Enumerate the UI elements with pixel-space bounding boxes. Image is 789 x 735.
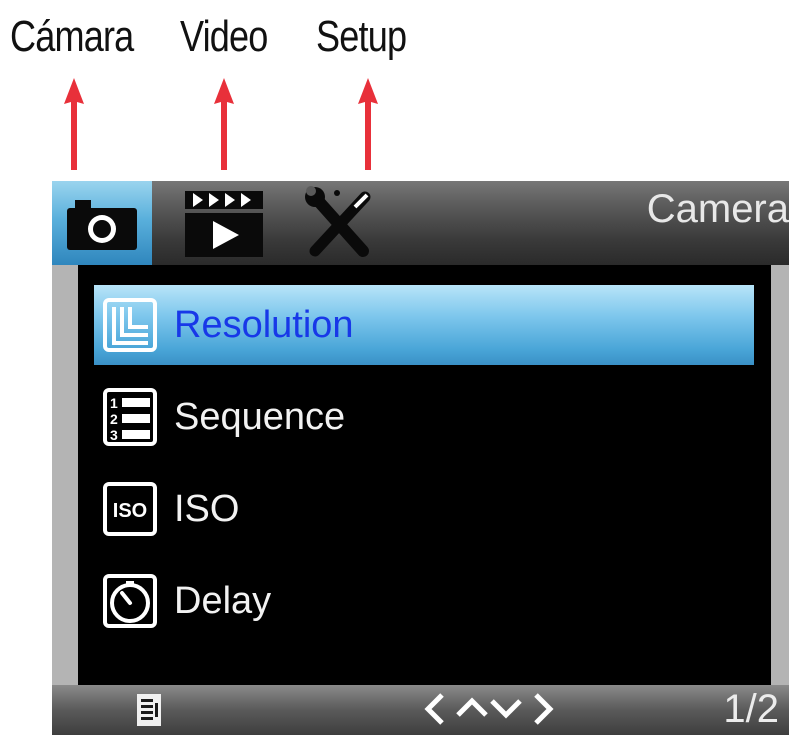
tab-setup[interactable] [296, 181, 382, 265]
svg-text:2: 2 [110, 411, 118, 427]
menu-item-iso[interactable]: ISO ISO [94, 469, 754, 549]
svg-text:1: 1 [110, 395, 118, 411]
menu-item-resolution[interactable]: Resolution [94, 285, 754, 365]
callout-video-label: Video [180, 12, 268, 61]
callout-setup-arrow [358, 78, 378, 170]
tab-video[interactable] [172, 181, 276, 265]
callout-setup-label: Setup [316, 12, 407, 61]
iso-badge-text: ISO [113, 500, 147, 522]
callout-video-arrow [214, 78, 234, 170]
iso-icon: ISO [100, 479, 160, 539]
list-icon[interactable] [136, 693, 162, 727]
video-clapper-icon [185, 191, 263, 257]
menu-item-label: Sequence [174, 395, 346, 438]
settings-menu: Resolution 1 2 3 Sequence ISO ISO Delay [78, 265, 771, 685]
delay-timer-icon [100, 571, 160, 631]
right-frame [771, 265, 789, 685]
svg-text:3: 3 [110, 427, 118, 443]
mode-tab-bar: Camera [52, 181, 789, 265]
menu-item-label: ISO [174, 487, 240, 530]
resolution-icon [100, 295, 160, 355]
menu-item-delay[interactable]: Delay [94, 561, 754, 641]
mode-title: Camera [646, 187, 789, 231]
navigation-arrows-icon[interactable] [424, 691, 554, 727]
callout-camara-label: Cámara [10, 12, 134, 61]
menu-item-label: Resolution [174, 303, 354, 346]
bottom-status-bar: 1/2 [52, 685, 789, 735]
left-frame [52, 265, 78, 685]
camera-icon [67, 200, 137, 250]
menu-item-sequence[interactable]: 1 2 3 Sequence [94, 377, 754, 457]
device-screen: Camera Resolution 1 2 3 Sequence ISO ISO… [52, 181, 789, 735]
sequence-icon: 1 2 3 [100, 387, 160, 447]
tools-icon [305, 186, 371, 257]
menu-item-label: Delay [174, 579, 272, 622]
tab-camera[interactable] [52, 181, 152, 265]
page-indicator: 1/2 [723, 687, 779, 731]
callout-camara-arrow [64, 78, 84, 170]
